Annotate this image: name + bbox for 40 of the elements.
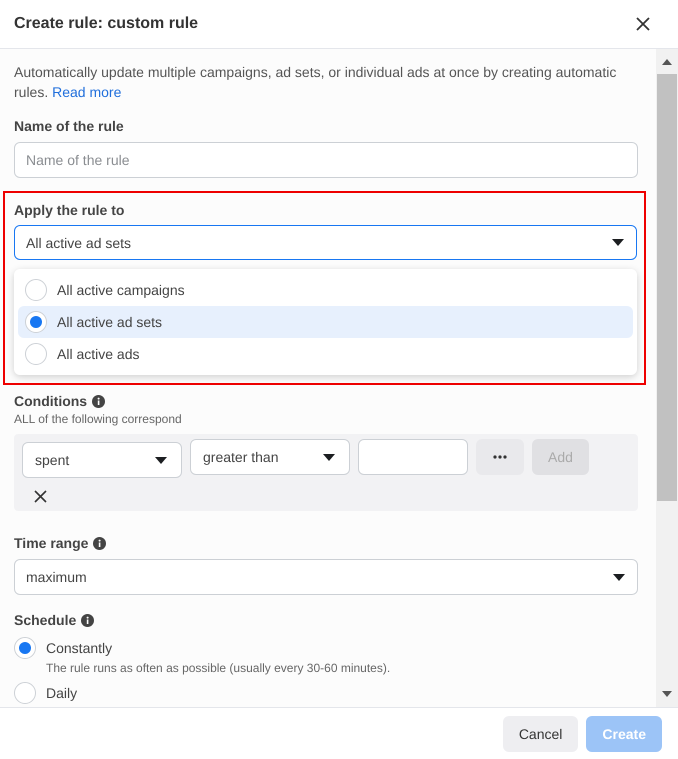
section-label: Conditions [14,393,88,409]
intro-text: Automatically update multiple campaigns, ad sets, or individual ads at once by creating automatic rules. Read more [14,63,618,102]
field-label: Apply the rule to [14,202,126,218]
info-icon [92,394,106,408]
radio-button[interactable] [25,279,47,301]
caret-icon [323,454,335,460]
dropdown-option[interactable]: All active ads [18,338,633,370]
operator-dropdown[interactable]: greater than [190,439,350,475]
radio-button[interactable] [25,311,47,333]
apply-rule-dropdown[interactable]: All active ad sets [14,225,637,260]
info-icon [81,614,94,626]
section-label: Time range [14,535,88,551]
radio-button[interactable] [25,343,47,365]
radio-button[interactable] [14,637,36,659]
scroll-down-icon[interactable] [662,691,672,697]
remove-icon[interactable] [34,490,47,503]
field-label: Name of the rule [14,118,125,134]
cancel-button[interactable]: Cancel [502,716,578,752]
radio-button[interactable] [14,682,36,704]
read-more-link[interactable]: Read more [52,84,122,100]
scroll-up-icon[interactable] [662,59,672,65]
section-label: Schedule [14,612,76,628]
option-description: The rule runs as often as possible (usually every 30-60 minutes). [46,661,392,675]
metric-dropdown[interactable]: spent [22,442,182,478]
dropdown-option[interactable]: All active campaigns [18,274,633,306]
rule-name-field[interactable]: Name of the rule [14,142,638,178]
close-icon[interactable] [636,17,650,31]
value-field[interactable] [358,439,468,475]
dropdown-option[interactable]: All active ad sets [18,306,633,338]
schedule-option[interactable]: Constantly [14,637,638,659]
info-icon [93,536,106,550]
schedule-option[interactable]: Daily [14,682,638,704]
time-range-dropdown[interactable]: maximum [14,559,638,595]
caret-icon [612,239,624,246]
ellipsis-icon [493,455,507,459]
caret-icon [613,574,625,580]
dialog-title: Create rule: custom rule [14,15,198,33]
scrollbar[interactable] [656,49,678,707]
caret-icon [155,456,167,464]
section-subtitle: ALL of the following correspond [14,412,183,426]
